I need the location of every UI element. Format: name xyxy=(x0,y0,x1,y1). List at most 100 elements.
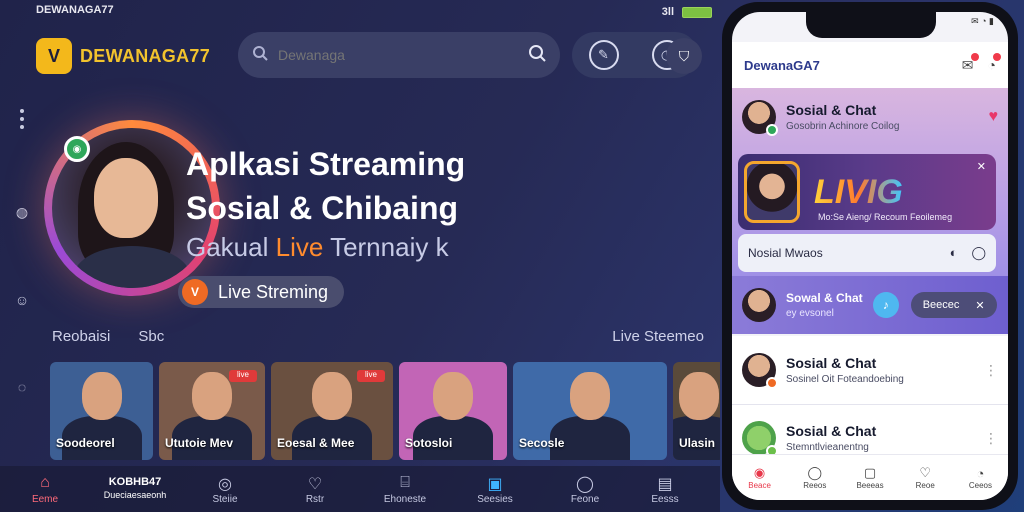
phone-screen: ✉ ◔ ▮ DewanaGA7 ✉ ◔ Sosial & Chat Gosobr… xyxy=(732,12,1008,500)
nav-item-tv[interactable]: ▣ Seesies xyxy=(450,474,540,505)
live-badge: live xyxy=(357,370,385,382)
stream-card[interactable]: Ulasin xyxy=(673,362,720,460)
card-caption: Soodeorel xyxy=(56,436,115,450)
chat-bubble-icon[interactable]: ◯ xyxy=(971,245,986,261)
heart-icon[interactable]: ♥ xyxy=(989,108,999,126)
search-submit-icon[interactable] xyxy=(528,44,546,67)
user-icon: ◯ xyxy=(576,475,594,493)
phone-bottom-nav: ◉ Beace ◯ Reeos ▢ Beeeas ♡ Reoe ◔ Ceeos xyxy=(732,454,1008,500)
nav-live[interactable]: ▢ Beeeas xyxy=(842,465,897,490)
nav-item-home[interactable]: ⌂ Eeme xyxy=(0,474,90,505)
section-tabs: Reobaisi Sbc Live Steemeo xyxy=(52,328,704,345)
nav-home[interactable]: ◉ Beace xyxy=(732,465,787,490)
avatar xyxy=(742,100,778,136)
status-bar: DEWANAGA77 3ll xyxy=(36,4,712,20)
chat-icon[interactable]: ✉ xyxy=(962,52,979,74)
signal-icon: 3ll xyxy=(661,6,674,18)
stream-card[interactable]: Sotosloi xyxy=(399,362,507,460)
search-input[interactable] xyxy=(278,47,528,63)
tab-recommended[interactable]: Reobaisi xyxy=(52,328,110,345)
hero-subtitle: Gakual Live Ternnaiy k xyxy=(186,232,449,262)
nav-chat[interactable]: ◯ Reeos xyxy=(787,465,842,490)
phone-status-icons: ✉ ◔ ▮ xyxy=(971,16,994,26)
search-icon: ◎ xyxy=(218,475,232,493)
phone-brand: DewanaGA7 xyxy=(744,57,820,73)
nav-brand: KOBHB47 Dueciaesaeonh xyxy=(103,476,167,500)
user-icon: ◔ xyxy=(976,465,985,481)
stream-cards: Soodeorel live Ututoie Mev live Eoesal & Mee… xyxy=(50,362,720,460)
avatar xyxy=(742,353,778,389)
stream-card[interactable]: live Eoesal & Mee xyxy=(271,362,393,460)
close-icon[interactable]: ✕ xyxy=(977,160,986,173)
live-banner[interactable]: LIVIG Mo:Se Aieng/ Recoum Feoilemeg ✕ xyxy=(738,154,996,230)
streaming-app: DEWANAGA77 3ll V DEWANAGA77 ✎ ◷ ⛉ ◍ ☺ ◌ xyxy=(0,0,720,512)
side-rail: ◍ ☺ ◌ xyxy=(12,105,32,395)
more-icon[interactable]: ⋮ xyxy=(984,430,998,447)
bottom-nav: ⌂ Eeme KOBHB47 Dueciaesaeonh ◎ Steiie ♡ Rstr ⌸ Eh… xyxy=(0,466,720,512)
nav-item-user[interactable]: ◯ Feone xyxy=(540,474,630,505)
stream-card[interactable]: live Ututoie Mev xyxy=(159,362,265,460)
live-logo: LIVIG xyxy=(814,172,903,211)
live-streaming-button[interactable]: V Live Streming xyxy=(178,276,345,308)
tab-live-streams[interactable]: Live Steemeo xyxy=(612,328,704,345)
home-icon: ⌂ xyxy=(40,473,50,491)
card-caption: Ututoie Mev xyxy=(165,436,234,450)
notifications-icon[interactable]: ◔ xyxy=(988,52,1001,74)
brand-logo-icon[interactable]: V xyxy=(36,38,72,74)
chat-list: Sosial & Chat Sosinel Oit Foteandoebing … xyxy=(732,336,1008,457)
lock-alt-icon[interactable]: ◌ xyxy=(18,379,26,395)
phone-notch xyxy=(806,12,936,38)
hero-title: Aplkasi Streaming Sosial & Chibaing xyxy=(186,146,466,226)
live-caption: Mo:Se Aieng/ Recoum Feoilemeg xyxy=(818,212,953,222)
heart-icon: ♡ xyxy=(307,475,323,493)
nav-item-bag[interactable]: ⌸ Ehoneste xyxy=(360,474,450,505)
profile-icon: ◉ xyxy=(753,465,766,480)
nav-profile[interactable]: ◔ Ceeos xyxy=(953,466,1008,490)
chat-icon: ◯ xyxy=(807,465,823,480)
lock-icon[interactable]: ◍ xyxy=(16,204,28,221)
notification-bar[interactable]: Nosial Mwaos ◐ ◯ xyxy=(738,234,996,272)
search-icon xyxy=(252,45,268,66)
phone-header: DewanaGA7 ✉ ◔ xyxy=(732,42,1008,88)
more-vertical-icon[interactable] xyxy=(20,105,24,133)
live-icon: V xyxy=(182,279,208,305)
join-button[interactable]: Beecec ✕ xyxy=(910,292,997,318)
list-item[interactable]: Sosial & Chat Sosinel Oit Foteandoebing … xyxy=(742,344,998,396)
camera-icon[interactable]: ◐ xyxy=(950,245,958,261)
shield-icon[interactable]: ⛉ xyxy=(666,38,702,74)
nav-item-media[interactable]: ▤ Eesss xyxy=(630,474,700,505)
music-icon[interactable]: ♪ xyxy=(872,292,899,318)
status-carrier: DEWANAGA77 xyxy=(36,4,114,16)
nav-favorites[interactable]: ♡ Reoe xyxy=(898,465,953,490)
avatar xyxy=(744,161,800,223)
chat-pill[interactable]: Sowal & Chat ey evsonel ♪ Beecec ✕ xyxy=(732,276,1008,334)
heart-icon: ♡ xyxy=(919,465,932,480)
battery-icon xyxy=(682,6,712,18)
close-icon: ✕ xyxy=(975,299,985,312)
emoji-icon[interactable]: ☺ xyxy=(15,292,29,308)
media-icon: ▤ xyxy=(657,475,673,493)
card-caption: Eoesal & Mee xyxy=(277,436,355,450)
tv-icon: ▣ xyxy=(487,475,503,493)
brand-name: DEWANAGA77 xyxy=(80,45,211,66)
app-header: V DEWANAGA77 ✎ ◷ ⛉ xyxy=(36,30,712,82)
stream-card[interactable]: Soodeorel xyxy=(50,362,153,460)
online-status-icon: ◉ xyxy=(64,136,90,162)
bag-icon: ⌸ xyxy=(400,473,410,491)
chat-icon[interactable]: ✎ xyxy=(588,40,619,70)
nav-item-search[interactable]: ◎ Steiie xyxy=(180,474,270,505)
card-caption: Sotosloi xyxy=(405,436,453,450)
card-caption: Secosle xyxy=(519,436,565,450)
avatar xyxy=(742,288,776,322)
card-caption: Ulasin xyxy=(679,436,716,450)
live-badge: live xyxy=(229,370,257,382)
more-icon[interactable]: ⋮ xyxy=(984,362,998,379)
search-bar[interactable] xyxy=(238,32,560,78)
featured-chat-row[interactable]: Sosial & Chat Gosobrin Achinore Coilog ♥ xyxy=(742,100,999,136)
tv-icon: ▢ xyxy=(863,465,877,480)
tab-sub[interactable]: Sbc xyxy=(138,328,164,345)
stream-card[interactable]: Secosle xyxy=(513,362,667,460)
divider xyxy=(732,404,1008,405)
nav-item-heart[interactable]: ♡ Rstr xyxy=(270,474,360,505)
avatar xyxy=(742,421,778,457)
